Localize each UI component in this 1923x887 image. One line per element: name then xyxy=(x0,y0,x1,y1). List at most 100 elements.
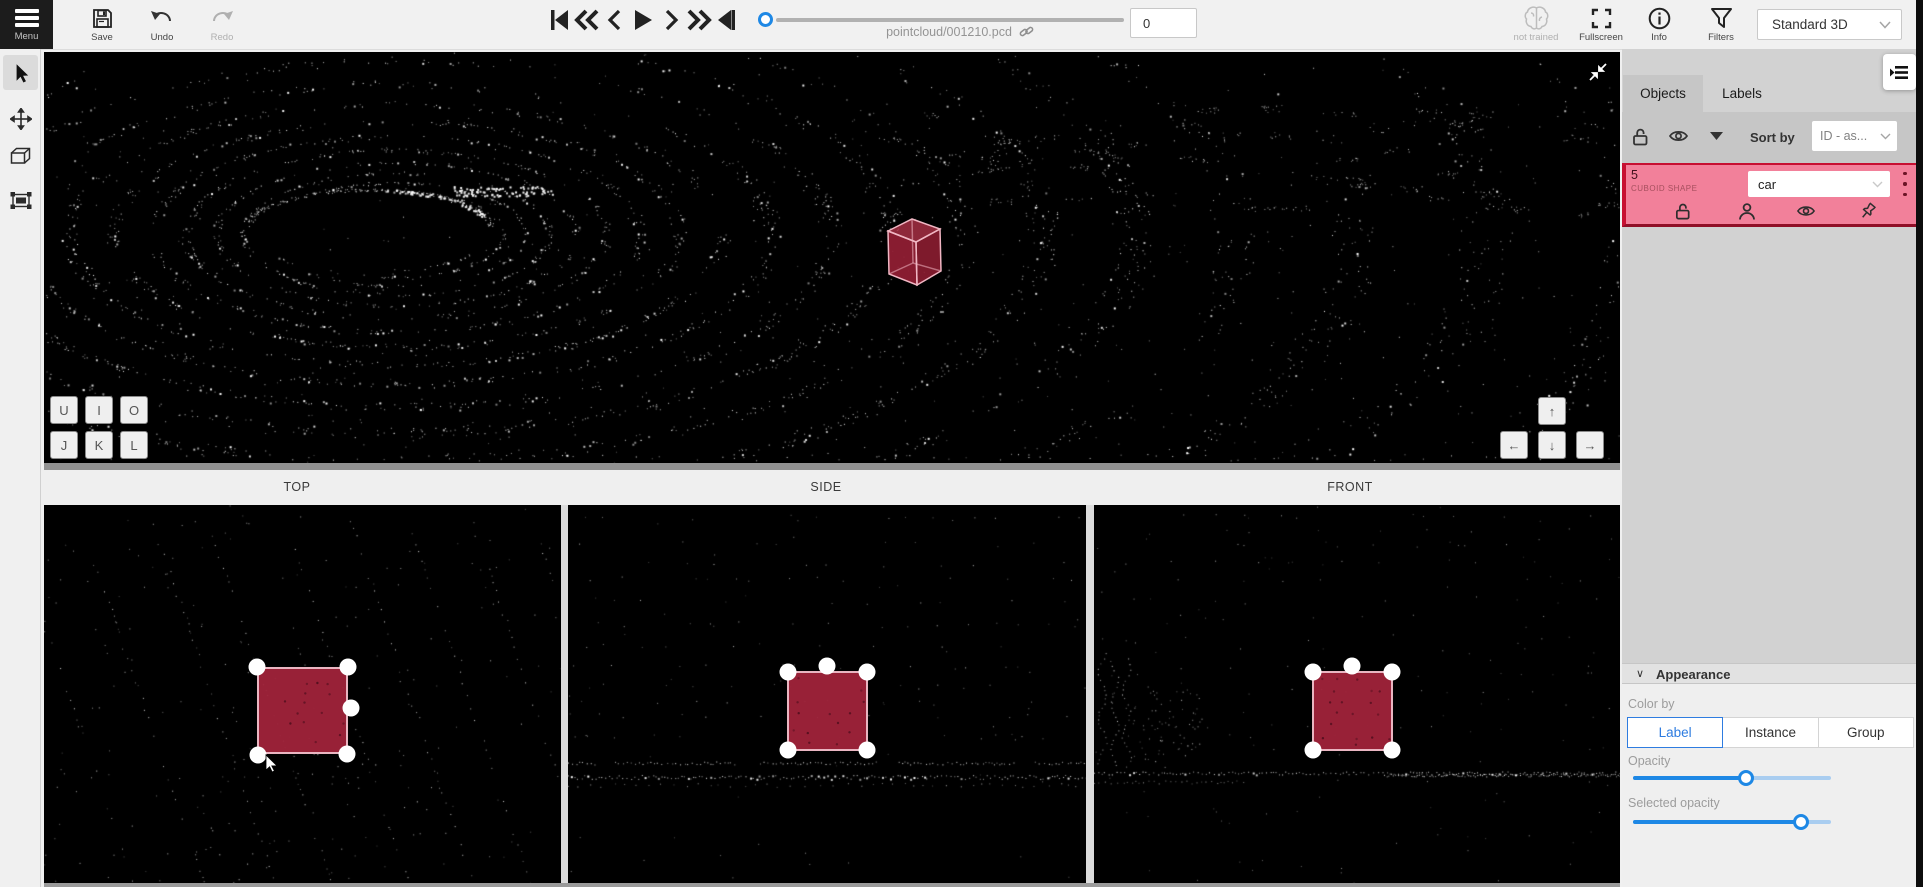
segment-label: Label xyxy=(1659,725,1692,740)
compress-icon xyxy=(1586,60,1610,84)
top-view-label: TOP xyxy=(284,480,311,494)
key-i[interactable]: I xyxy=(85,396,113,424)
key-o[interactable]: O xyxy=(120,396,148,424)
selected-opacity-label: Selected opacity xyxy=(1628,796,1720,810)
chevron-down-icon xyxy=(1872,181,1883,188)
segment-label: Group xyxy=(1847,725,1885,740)
menu-button[interactable]: Menu xyxy=(0,0,53,49)
redo-icon xyxy=(210,4,234,32)
undo-button[interactable]: Undo xyxy=(142,0,182,48)
color-by-label: Color by xyxy=(1628,697,1675,711)
side-view-label: SIDE xyxy=(810,480,841,494)
key-u[interactable]: U xyxy=(50,396,78,424)
expand-all-icon[interactable] xyxy=(1710,132,1723,141)
opacity-slider[interactable] xyxy=(1633,776,1831,780)
prev-frame-button[interactable] xyxy=(602,7,628,33)
collapse-panel-icon xyxy=(1890,64,1909,81)
menu-icon xyxy=(15,9,39,30)
redo-button[interactable]: Redo xyxy=(202,0,242,48)
cuboid-tool-button[interactable] xyxy=(3,139,38,174)
appearance-section-header[interactable]: ∨ Appearance xyxy=(1622,663,1916,684)
frame-slider-handle[interactable] xyxy=(758,12,773,27)
undo-icon xyxy=(150,4,174,32)
main-view-scrollbar[interactable] xyxy=(44,463,1620,470)
color-by-segmented: Label Instance Group xyxy=(1628,717,1914,748)
visibility-all-icon[interactable] xyxy=(1668,127,1689,145)
object-instance-icon[interactable] xyxy=(1738,202,1756,221)
front-ortho-view[interactable] xyxy=(1094,505,1620,883)
segment-label: Instance xyxy=(1745,725,1796,740)
opacity-slider-fill xyxy=(1633,776,1746,780)
filename-text: pointcloud/001210.pcd xyxy=(886,25,1012,39)
opacity-slider-handle xyxy=(1738,770,1754,786)
info-label: Info xyxy=(1651,32,1667,43)
key-j[interactable]: J xyxy=(50,431,78,459)
pan-up-button[interactable]: ↑ xyxy=(1538,397,1566,425)
next-frame-button[interactable] xyxy=(658,7,684,33)
redo-label: Redo xyxy=(211,32,234,43)
move-tool-button[interactable] xyxy=(3,101,38,136)
last-frame-button[interactable] xyxy=(714,7,740,33)
view-divider xyxy=(561,505,568,883)
key-l[interactable]: L xyxy=(120,431,148,459)
fast-forward-button[interactable] xyxy=(686,7,712,33)
tool-sidebar xyxy=(0,49,41,887)
filters-icon xyxy=(1710,4,1733,32)
key-k[interactable]: K xyxy=(85,431,113,459)
main-view-canvas[interactable] xyxy=(44,52,1620,463)
ml-model-button[interactable]: not trained xyxy=(1508,0,1564,48)
category-value: car xyxy=(1758,177,1776,192)
category-select[interactable]: car xyxy=(1748,171,1890,197)
color-by-option-label[interactable]: Label xyxy=(1627,717,1723,748)
not-trained-label: not trained xyxy=(1514,32,1559,43)
play-button[interactable] xyxy=(630,7,656,33)
tab-labels[interactable]: Labels xyxy=(1703,75,1781,112)
frame-slider-track[interactable] xyxy=(776,18,1124,22)
sort-value: ID - as... xyxy=(1820,129,1867,143)
save-button[interactable]: Save xyxy=(82,0,122,48)
frame-filename: pointcloud/001210.pcd xyxy=(845,24,1075,39)
top-view-canvas[interactable] xyxy=(44,505,561,883)
main-3d-view[interactable]: U I O J K L ↑ ← ↓ → xyxy=(44,52,1620,463)
object-list-item[interactable]: 5 CUBOID SHAPE car xyxy=(1622,163,1916,227)
selected-opacity-slider-fill xyxy=(1633,820,1801,824)
tab-label: Labels xyxy=(1722,86,1762,101)
side-ortho-view[interactable] xyxy=(568,505,1086,883)
object-type: CUBOID SHAPE xyxy=(1631,184,1697,193)
image-annotate-tool-button[interactable] xyxy=(3,183,38,218)
object-lock-icon[interactable] xyxy=(1674,202,1692,221)
pan-right-button[interactable]: → xyxy=(1576,431,1604,459)
object-visibility-icon[interactable] xyxy=(1796,202,1816,220)
side-view-canvas[interactable] xyxy=(568,505,1086,883)
save-label: Save xyxy=(91,32,113,43)
filters-button[interactable]: Filters xyxy=(1698,0,1744,48)
color-by-option-instance[interactable]: Instance xyxy=(1722,717,1818,748)
pan-down-button[interactable]: ↓ xyxy=(1538,431,1566,459)
key-label: O xyxy=(129,403,139,418)
lock-all-icon[interactable] xyxy=(1631,127,1650,147)
top-ortho-view[interactable] xyxy=(44,505,561,883)
pan-left-button[interactable]: ← xyxy=(1500,431,1528,459)
sort-select[interactable]: ID - as... xyxy=(1812,121,1897,151)
front-view-canvas[interactable] xyxy=(1094,505,1620,883)
object-pin-icon[interactable] xyxy=(1858,202,1877,221)
tab-objects[interactable]: Objects xyxy=(1623,75,1703,112)
fast-rewind-button[interactable] xyxy=(574,7,600,33)
frame-number-input[interactable] xyxy=(1130,8,1197,38)
object-menu-button[interactable] xyxy=(1898,170,1912,198)
link-icon[interactable] xyxy=(1019,24,1034,39)
key-label: I xyxy=(97,403,101,418)
arrow-up-icon: ↑ xyxy=(1549,404,1556,419)
color-by-option-group[interactable]: Group xyxy=(1818,717,1914,748)
collapse-panel-button[interactable] xyxy=(1883,54,1916,90)
first-frame-button[interactable] xyxy=(546,7,572,33)
info-button[interactable]: Info xyxy=(1640,0,1678,48)
toolbar: Menu Save Undo Redo xyxy=(0,0,1923,50)
front-view-label: FRONT xyxy=(1327,480,1373,494)
select-tool-button[interactable] xyxy=(3,55,38,90)
collapse-view-button[interactable] xyxy=(1586,60,1610,84)
selected-opacity-slider[interactable] xyxy=(1633,820,1831,824)
view-mode-select[interactable]: Standard 3D xyxy=(1757,9,1902,40)
fullscreen-button[interactable]: Fullscreen xyxy=(1572,0,1630,48)
ortho-scrollbar[interactable] xyxy=(44,883,1620,887)
